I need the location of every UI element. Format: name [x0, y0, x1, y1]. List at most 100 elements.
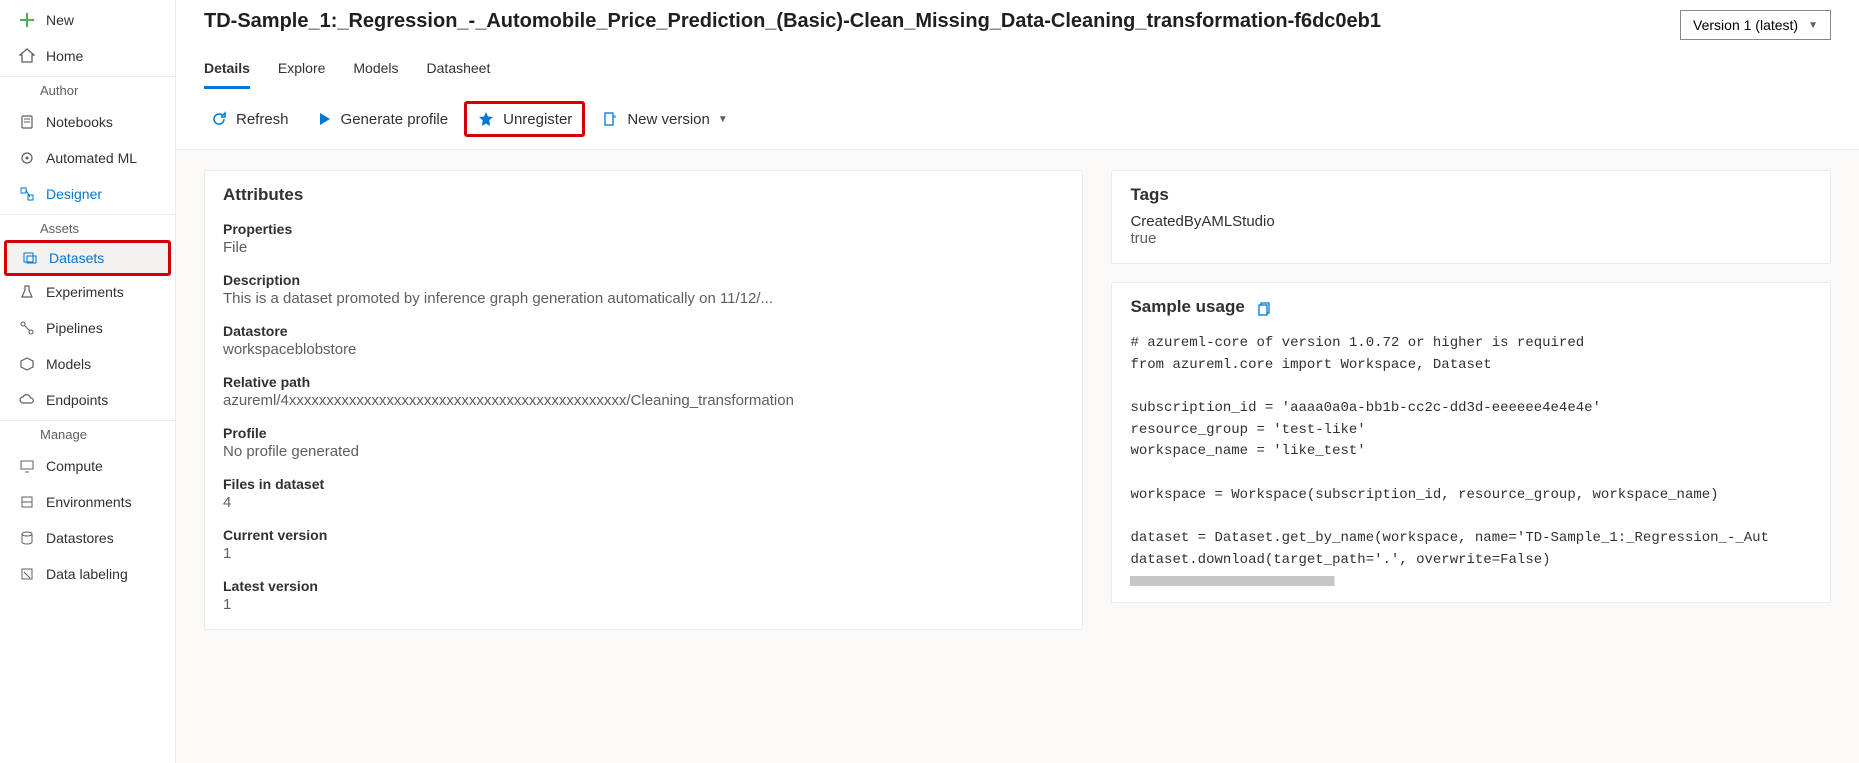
tab-explore[interactable]: Explore	[278, 60, 325, 89]
toolbar-label: New version	[627, 111, 710, 128]
sidebar-item-datastores[interactable]: Datastores	[0, 520, 175, 556]
sidebar-item-home[interactable]: Home	[0, 38, 175, 74]
content-area: Attributes Properties File Description T…	[176, 150, 1859, 763]
sidebar-item-pipelines[interactable]: Pipelines	[0, 310, 175, 346]
star-icon	[477, 110, 495, 128]
cloud-icon	[18, 391, 36, 409]
attr-profile: Profile No profile generated	[223, 425, 1064, 460]
attr-value: workspaceblobstore	[223, 341, 1064, 358]
attr-latest-version: Latest version 1	[223, 578, 1064, 613]
attr-datastore: Datastore workspaceblobstore	[223, 323, 1064, 358]
tag-value: true	[1130, 230, 1812, 247]
copy-icon[interactable]	[1255, 301, 1271, 320]
sidebar-item-label: Designer	[46, 186, 102, 202]
attr-value: File	[223, 239, 1064, 256]
sidebar-item-label: Home	[46, 48, 83, 64]
sidebar-item-datasets[interactable]: Datasets	[4, 240, 171, 276]
left-column: Attributes Properties File Description T…	[204, 170, 1083, 743]
toolbar-label: Unregister	[503, 111, 572, 128]
card-heading: Sample usage	[1130, 297, 1244, 317]
sidebar-section-author: Author	[0, 76, 175, 104]
automl-icon	[18, 149, 36, 167]
attr-value: 1	[223, 545, 1064, 562]
sidebar-item-label: New	[46, 12, 74, 28]
sidebar-item-label: Models	[46, 356, 91, 372]
tab-details[interactable]: Details	[204, 60, 250, 89]
toolbar: Refresh Generate profile Unregister New …	[176, 89, 1859, 150]
refresh-icon	[210, 110, 228, 128]
attr-value: This is a dataset promoted by inference …	[223, 290, 1064, 307]
sample-code[interactable]: # azureml-core of version 1.0.72 or high…	[1130, 333, 1812, 572]
attr-label: Properties	[223, 221, 1064, 237]
attr-label: Description	[223, 272, 1064, 288]
tab-datasheet[interactable]: Datasheet	[427, 60, 491, 89]
header-row: TD-Sample_1:_Regression_-_Automobile_Pri…	[176, 0, 1859, 40]
attr-value: azureml/4xxxxxxxxxxxxxxxxxxxxxxxxxxxxxxx…	[223, 392, 1064, 409]
play-icon	[315, 110, 333, 128]
attr-files: Files in dataset 4	[223, 476, 1064, 511]
sidebar-item-label: Notebooks	[46, 114, 113, 130]
card-heading: Tags	[1130, 185, 1812, 205]
notebook-icon	[18, 113, 36, 131]
home-icon	[18, 47, 36, 65]
sidebar-item-label: Datastores	[46, 530, 114, 546]
card-heading: Attributes	[223, 185, 1064, 205]
right-column: Tags CreatedByAMLStudio true Sample usag…	[1111, 170, 1831, 743]
sidebar: New Home Author Notebooks Automated ML D…	[0, 0, 176, 763]
unregister-button[interactable]: Unregister	[464, 101, 585, 137]
refresh-button[interactable]: Refresh	[200, 104, 299, 134]
version-label: Version 1 (latest)	[1693, 17, 1798, 33]
sidebar-item-label: Compute	[46, 458, 103, 474]
attr-value: 4	[223, 494, 1064, 511]
attr-description: Description This is a dataset promoted b…	[223, 272, 1064, 307]
sidebar-section-assets: Assets	[0, 214, 175, 242]
attributes-card: Attributes Properties File Description T…	[204, 170, 1083, 630]
sidebar-item-models[interactable]: Models	[0, 346, 175, 382]
datastore-icon	[18, 529, 36, 547]
tag-key: CreatedByAMLStudio	[1130, 213, 1812, 230]
datasets-icon	[21, 249, 39, 267]
sidebar-item-compute[interactable]: Compute	[0, 448, 175, 484]
sidebar-item-designer[interactable]: Designer	[0, 176, 175, 212]
designer-icon	[18, 185, 36, 203]
attr-label: Current version	[223, 527, 1064, 543]
sidebar-item-datalabeling[interactable]: Data labeling	[0, 556, 175, 592]
attr-label: Relative path	[223, 374, 1064, 390]
sample-usage-card: Sample usage # azureml-core of version 1…	[1111, 282, 1831, 603]
attr-relative-path: Relative path azureml/4xxxxxxxxxxxxxxxxx…	[223, 374, 1064, 409]
sidebar-item-endpoints[interactable]: Endpoints	[0, 382, 175, 418]
sidebar-item-automatedml[interactable]: Automated ML	[0, 140, 175, 176]
tags-card: Tags CreatedByAMLStudio true	[1111, 170, 1831, 264]
tab-models[interactable]: Models	[353, 60, 398, 89]
sidebar-item-environments[interactable]: Environments	[0, 484, 175, 520]
sidebar-item-label: Endpoints	[46, 392, 108, 408]
attr-label: Profile	[223, 425, 1064, 441]
sidebar-section-manage: Manage	[0, 420, 175, 448]
attr-current-version: Current version 1	[223, 527, 1064, 562]
sidebar-item-notebooks[interactable]: Notebooks	[0, 104, 175, 140]
version-dropdown[interactable]: Version 1 (latest) ▼	[1680, 10, 1831, 40]
generate-profile-button[interactable]: Generate profile	[305, 104, 459, 134]
attr-label: Datastore	[223, 323, 1064, 339]
toolbar-label: Generate profile	[341, 111, 449, 128]
plus-icon	[18, 11, 36, 29]
compute-icon	[18, 457, 36, 475]
cube-icon	[18, 355, 36, 373]
attr-label: Latest version	[223, 578, 1064, 594]
sidebar-item-new[interactable]: New	[0, 2, 175, 38]
sidebar-item-experiments[interactable]: Experiments	[0, 274, 175, 310]
attr-label: Files in dataset	[223, 476, 1064, 492]
chevron-down-icon: ▼	[1808, 20, 1818, 31]
pipeline-icon	[18, 319, 36, 337]
sidebar-item-label: Pipelines	[46, 320, 103, 336]
sidebar-item-label: Data labeling	[46, 566, 128, 582]
attr-value: 1	[223, 596, 1064, 613]
new-version-icon	[601, 110, 619, 128]
sidebar-item-label: Datasets	[49, 250, 104, 266]
environments-icon	[18, 493, 36, 511]
flask-icon	[18, 283, 36, 301]
new-version-button[interactable]: New version ▼	[591, 104, 737, 134]
horizontal-scrollbar[interactable]	[1130, 576, 1812, 586]
sidebar-item-label: Experiments	[46, 284, 124, 300]
attr-properties: Properties File	[223, 221, 1064, 256]
